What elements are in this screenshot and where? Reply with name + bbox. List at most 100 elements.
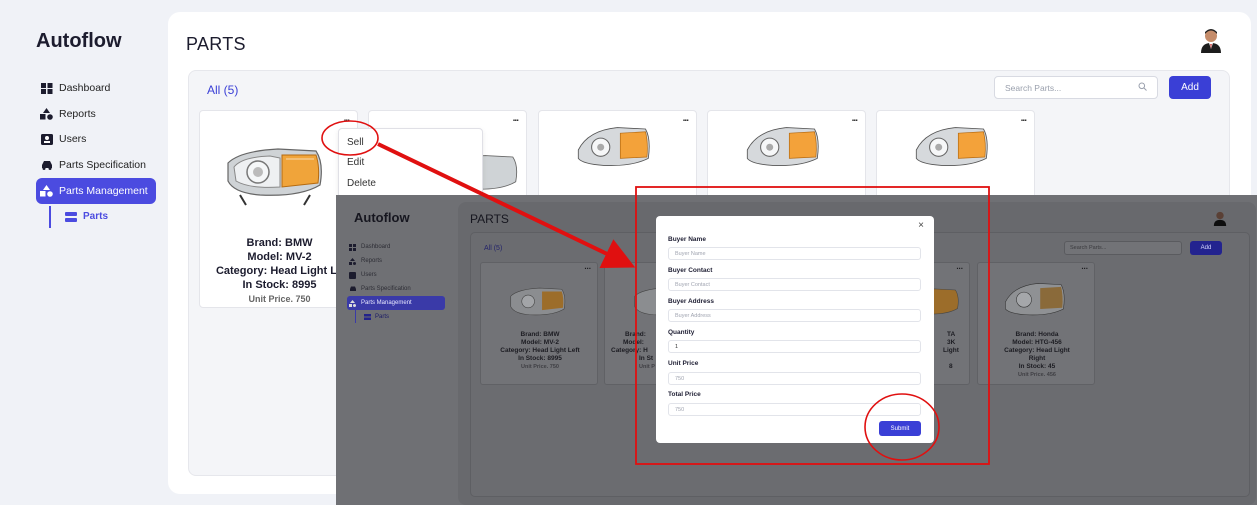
overlay-page-title: PARTS: [470, 212, 509, 226]
sidebar-item-parts-management[interactable]: Parts Management: [36, 178, 156, 204]
total-price-input[interactable]: 750: [668, 403, 921, 416]
all-parts-count[interactable]: All (5): [207, 83, 238, 97]
sidebar-item-label: Parts Management: [59, 185, 148, 197]
card-context-menu: Sell Edit Delete: [338, 128, 483, 198]
overlay-sidebar-item-reports[interactable]: Reports: [349, 254, 449, 268]
list-icon: [65, 211, 77, 222]
overlay-sidebar-nav: Dashboard Reports Users Parts Specificat…: [347, 240, 449, 323]
search-input[interactable]: Search Parts...: [994, 76, 1158, 99]
buyer-contact-input[interactable]: Buyer Contact: [668, 278, 921, 291]
overlay-part-card[interactable]: ... Brand: Honda Model: HTG-456 Category…: [977, 262, 1095, 385]
users-icon: [40, 133, 53, 145]
sidebar-item-dashboard[interactable]: Dashboard: [40, 76, 156, 100]
overlay-sidebar-sublabel: Parts: [375, 313, 390, 320]
overlay-sidebar-label: Users: [361, 272, 377, 278]
card-menu-icon[interactable]: ...: [584, 262, 591, 271]
menu-item-edit[interactable]: Edit: [347, 157, 364, 168]
overlay-card-details: Brand: BMW Model: MV-2 Category: Head Li…: [481, 331, 599, 371]
buyer-address-placeholder: Buyer Address: [675, 312, 711, 319]
overlay-part-card[interactable]: ... Brand: BMW Model: MV-2 Category: Hea…: [480, 262, 598, 385]
buyer-contact-label: Buyer Contact: [668, 267, 713, 274]
headlight-image: [227, 148, 322, 206]
overlay-sidebar-label: Reports: [361, 258, 383, 264]
card-model: Model: MV-2: [521, 339, 559, 346]
card-stock: In Stock: 45: [1018, 363, 1056, 370]
overlay-sidebar-subitem-parts[interactable]: Parts: [355, 310, 449, 323]
card-stock: In Stock: 8995: [518, 355, 562, 362]
overlay-search-placeholder: Search Parts...: [1070, 245, 1107, 251]
headlight-image: [510, 287, 566, 316]
card-category-continued: Right: [1028, 355, 1046, 362]
add-button[interactable]: Add: [1169, 76, 1211, 99]
sidebar-item-reports[interactable]: Reports: [40, 102, 156, 126]
card-model: Model: HTG-456: [1012, 339, 1062, 346]
card-menu-icon[interactable]: ...: [683, 113, 689, 124]
search-icon: [1138, 82, 1147, 93]
card-menu-icon[interactable]: ...: [344, 113, 350, 124]
unit-price-input[interactable]: 750: [668, 372, 921, 385]
screenshot-stage: Autoflow Dashboard Reports Users Parts S…: [0, 0, 1257, 505]
overlay-sidebar-label: Parts Management: [361, 300, 412, 306]
sidebar-item-label: Parts Specification: [59, 158, 146, 171]
sidebar-item-label: Users: [59, 133, 87, 145]
menu-item-sell[interactable]: Sell: [347, 137, 364, 148]
overlay-user-avatar[interactable]: [1212, 210, 1228, 226]
overlay-sidebar-item-dashboard[interactable]: Dashboard: [349, 240, 449, 254]
car-icon: [349, 286, 356, 293]
sidebar: Autoflow Dashboard Reports Users Parts S…: [0, 0, 168, 505]
part-card[interactable]: ... Brand: BMW Model: MV-2 Category: Hea…: [199, 110, 358, 308]
overlay-sidebar-item-users[interactable]: Users: [349, 268, 449, 282]
search-placeholder: Search Parts...: [1005, 82, 1062, 93]
buyer-name-input[interactable]: Buyer Name: [668, 247, 921, 260]
menu-item-delete[interactable]: Delete: [347, 178, 376, 189]
sidebar-subitem-parts[interactable]: Parts: [49, 205, 156, 228]
card-menu-icon[interactable]: ...: [956, 262, 963, 271]
quantity-input[interactable]: 1: [668, 340, 921, 353]
buyer-address-input[interactable]: Buyer Address: [668, 309, 921, 322]
card-menu-icon[interactable]: ...: [1021, 113, 1027, 124]
total-price-value: 750: [675, 406, 685, 413]
dashboard-icon: [349, 243, 356, 251]
overlay-app-logo: Autoflow: [354, 210, 410, 225]
overlay-all-count[interactable]: All (5): [484, 245, 502, 252]
headlight-image: [746, 127, 819, 167]
card-menu-icon[interactable]: ...: [1081, 262, 1088, 271]
card-category: Category: Head Light: [1004, 347, 1070, 354]
card-menu-icon[interactable]: ...: [852, 113, 858, 124]
list-icon: [364, 313, 371, 320]
sidebar-nav: Dashboard Reports Users Parts Specificat…: [36, 76, 156, 228]
user-avatar[interactable]: [1198, 27, 1224, 53]
buyer-name-label: Buyer Name: [668, 236, 706, 243]
card-brand: Brand: BMW: [520, 331, 560, 338]
overlay-card-details: Brand: Honda Model: HTG-456 Category: He…: [978, 331, 1096, 379]
close-icon[interactable]: ×: [918, 220, 924, 231]
card-category: Category: Head Light Left: [500, 347, 580, 354]
sell-modal: × Buyer Name Buyer Name Buyer Contact Bu…: [656, 216, 934, 443]
dashboard-icon: [40, 82, 53, 94]
headlight-image: [915, 127, 988, 167]
overlay-search-input[interactable]: Search Parts...: [1064, 241, 1182, 255]
app-logo: Autoflow: [36, 30, 122, 52]
buyer-name-placeholder: Buyer Name: [675, 250, 706, 257]
quantity-value: 1: [675, 343, 679, 350]
card-price: Unit Price. 750: [521, 364, 559, 370]
overlay-add-button[interactable]: Add: [1190, 241, 1222, 255]
submit-button[interactable]: Submit: [879, 421, 921, 436]
sidebar-item-label: Dashboard: [59, 82, 111, 94]
quantity-label: Quantity: [668, 329, 695, 336]
overlay-sidebar-item-parts-management[interactable]: Parts Management: [347, 296, 445, 310]
buyer-address-label: Buyer Address: [668, 298, 714, 305]
unit-price-value: 750: [675, 375, 685, 382]
parts-management-icon: [40, 185, 53, 197]
unit-price-label: Unit Price: [668, 360, 699, 367]
reports-icon: [349, 257, 356, 265]
sidebar-item-parts-specification[interactable]: Parts Specification: [40, 153, 156, 177]
reports-icon: [40, 107, 53, 120]
page-title: PARTS: [186, 34, 246, 54]
total-price-label: Total Price: [668, 391, 701, 398]
card-brand: Brand: Honda: [1015, 331, 1059, 338]
sidebar-item-users[interactable]: Users: [40, 127, 156, 151]
headlight-image: [1005, 283, 1065, 316]
overlay-sidebar-item-parts-specification[interactable]: Parts Specification: [349, 282, 449, 296]
parts-management-icon: [349, 299, 356, 307]
